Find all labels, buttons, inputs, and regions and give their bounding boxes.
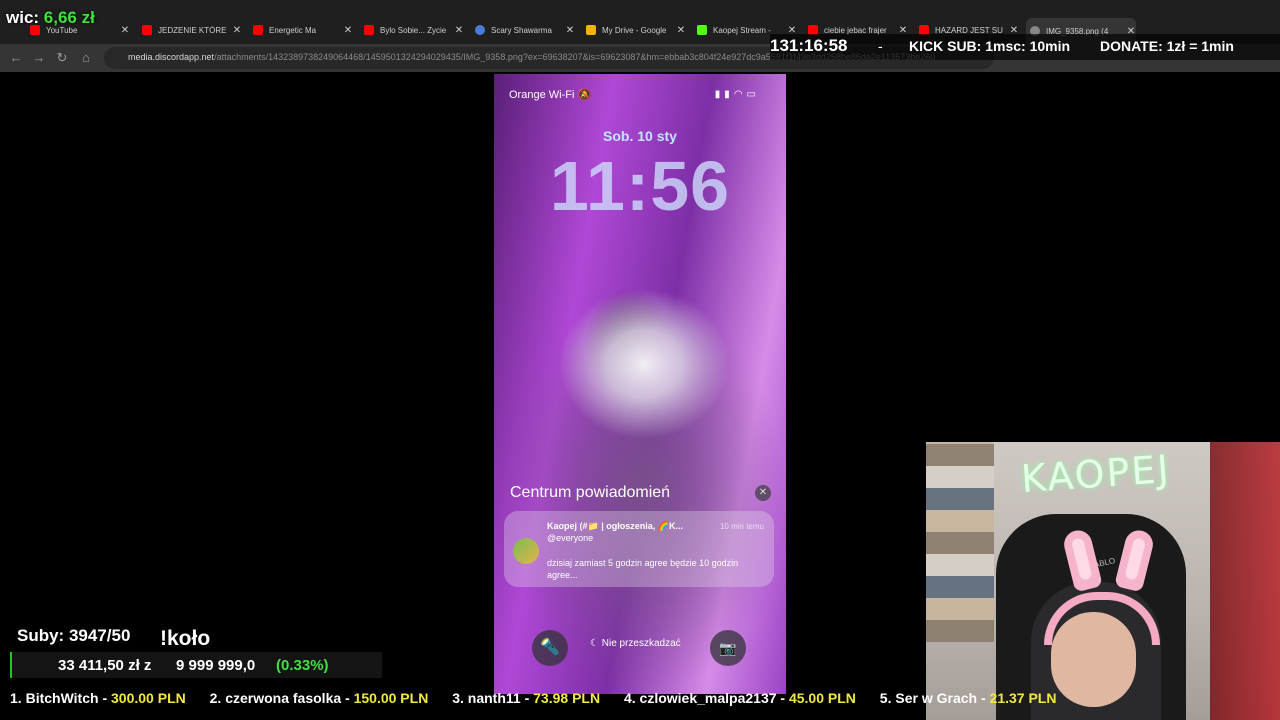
goal-percent: (0.33%)	[276, 657, 329, 674]
donor-rank: 3.	[452, 690, 464, 706]
goal-current: 33 411,50 zł z	[58, 657, 152, 674]
notification-title: Kaopej (#📁 | ogłoszenia, 🌈K...	[547, 521, 683, 531]
separator: -	[878, 38, 883, 54]
flashlight-icon[interactable]: 🔦	[532, 630, 568, 666]
forward-icon[interactable]: →	[31, 50, 47, 66]
lockscreen-date: Sob. 10 sty	[603, 128, 677, 144]
carrier-label: Orange Wi-Fi 🔕	[509, 88, 591, 101]
subs-counter: Suby: 3947/50	[17, 626, 131, 645]
url-host: media.discordapp.net	[128, 52, 215, 62]
donor-item: 5. Ser w Grach - 21.37 PLN	[880, 690, 1057, 706]
camera-icon[interactable]: 📷	[710, 630, 746, 666]
donor-name: nanth11 -	[467, 690, 530, 706]
tab-jedzenie[interactable]: JEDZENIE KTÓRE ✕	[142, 20, 242, 40]
avatar	[513, 538, 539, 564]
donor-item: 3. nanth11 - 73.98 PLN	[452, 690, 600, 706]
donor-name: Ser w Grach -	[895, 690, 986, 706]
donor-name: czlowiek_malpa2137 -	[639, 690, 786, 706]
donate-rate: DONATE: 1zł = 1min	[1100, 38, 1234, 54]
tab-my-drive[interactable]: My Drive - Google ✕	[586, 20, 686, 40]
bell-muted-icon: 🔕	[577, 89, 592, 101]
notification-mention: @everyone	[547, 533, 594, 543]
close-icon[interactable]: ✕	[232, 25, 242, 36]
youtube-icon	[253, 25, 263, 35]
close-icon[interactable]: ✕	[343, 25, 353, 36]
back-icon[interactable]: ←	[8, 50, 24, 66]
notification-time: 10 min temu	[719, 522, 764, 531]
focus-label: Nie przeszkadzać	[601, 638, 681, 649]
tab-energetic[interactable]: Energetic Ma ✕	[253, 20, 353, 40]
close-icon[interactable]: ✕	[120, 25, 130, 36]
tab-title: Bylo Sobie... Zycie	[380, 25, 447, 35]
globe-icon	[475, 25, 485, 35]
donor-rank: 5.	[879, 690, 892, 706]
donor-name: BitchWitch -	[25, 690, 108, 706]
close-icon[interactable]: ✕	[676, 25, 686, 36]
kick-sub-rate: KICK SUB: 1msc: 10min	[909, 38, 1071, 54]
home-icon[interactable]: ⌂	[78, 50, 94, 66]
kolo-command: !koło	[160, 627, 211, 650]
status-icons: ▮▮◠▭	[715, 89, 760, 100]
tab-title: Scary Shawarma	[491, 25, 552, 35]
lockscreen-image: Orange Wi-Fi 🔕 ▮▮◠▭ Sob. 10 sty 11:56 Ce…	[494, 74, 786, 694]
notification-body: dzisiaj zamiast 5 godzin agree będzie 10…	[547, 558, 739, 580]
wall-photos	[926, 442, 994, 642]
wifi-icon: ◠	[733, 89, 747, 100]
youtube-icon	[364, 25, 374, 35]
donor-name: czerwona fasolka -	[225, 690, 350, 706]
donor-amount: 45.00 PLN	[788, 690, 856, 706]
subathon-timer: 131:16:58	[770, 36, 848, 55]
carrier-text: Orange Wi-Fi	[509, 89, 575, 101]
tab-bylo-sobie[interactable]: Bylo Sobie... Zycie ✕	[364, 20, 464, 40]
wic-value: 6,66 zł	[43, 8, 95, 27]
goal-progress-fill	[10, 652, 12, 678]
close-icon[interactable]: ✕	[755, 485, 771, 501]
donor-amount: 73.98 PLN	[533, 690, 601, 706]
tab-title: My Drive - Google	[602, 25, 667, 35]
donor-amount: 300.00 PLN	[111, 690, 186, 706]
donor-rank: 1.	[10, 690, 22, 706]
donor-rank: 4.	[623, 690, 636, 706]
close-icon[interactable]: ✕	[565, 25, 575, 36]
donor-item: 1. BitchWitch - 300.00 PLN	[10, 690, 186, 706]
red-curtain	[1210, 442, 1280, 720]
signal-icon: ▮▮	[714, 89, 734, 100]
donor-rank: 2.	[209, 690, 222, 706]
wic-counter: wic: 6,66 zł	[6, 8, 95, 28]
focus-mode: ☾ Nie przeszkadzać	[590, 638, 681, 649]
tab-title: JEDZENIE KTÓRE	[158, 25, 227, 35]
goal-max: 9 999 999,0	[176, 657, 256, 674]
battery-icon: ▭	[746, 89, 760, 100]
reload-icon[interactable]: ↻	[54, 50, 70, 66]
lockscreen-time: 11:56	[549, 147, 731, 225]
donor-item: 4. czlowiek_malpa2137 - 45.00 PLN	[624, 690, 856, 706]
tab-title: Energetic Ma	[269, 25, 317, 35]
notification-card[interactable]: Kaopej (#📁 | ogłoszenia, 🌈K... 10 min te…	[504, 511, 774, 587]
tab-scary-shawarma[interactable]: Scary Shawarma ✕	[475, 20, 575, 40]
moon-icon: ☾	[590, 638, 599, 649]
donor-amount: 21.37 PLN	[989, 690, 1057, 706]
donor-amount: 150.00 PLN	[353, 690, 429, 706]
drive-icon	[586, 25, 596, 35]
top-donors-ticker: 1. BitchWitch - 300.00 PLN 2. czerwona f…	[10, 690, 1076, 706]
close-icon[interactable]: ✕	[454, 25, 464, 36]
youtube-icon	[142, 25, 152, 35]
kick-icon	[697, 25, 707, 35]
donor-item: 2. czerwona fasolka - 150.00 PLN	[210, 690, 429, 706]
notification-center-title: Centrum powiadomień	[510, 484, 671, 501]
neon-sign: KAOPEJ	[1019, 446, 1172, 502]
webcam-feed: KAOPEJ DIABLO	[926, 442, 1280, 720]
wic-label: wic:	[6, 8, 40, 27]
